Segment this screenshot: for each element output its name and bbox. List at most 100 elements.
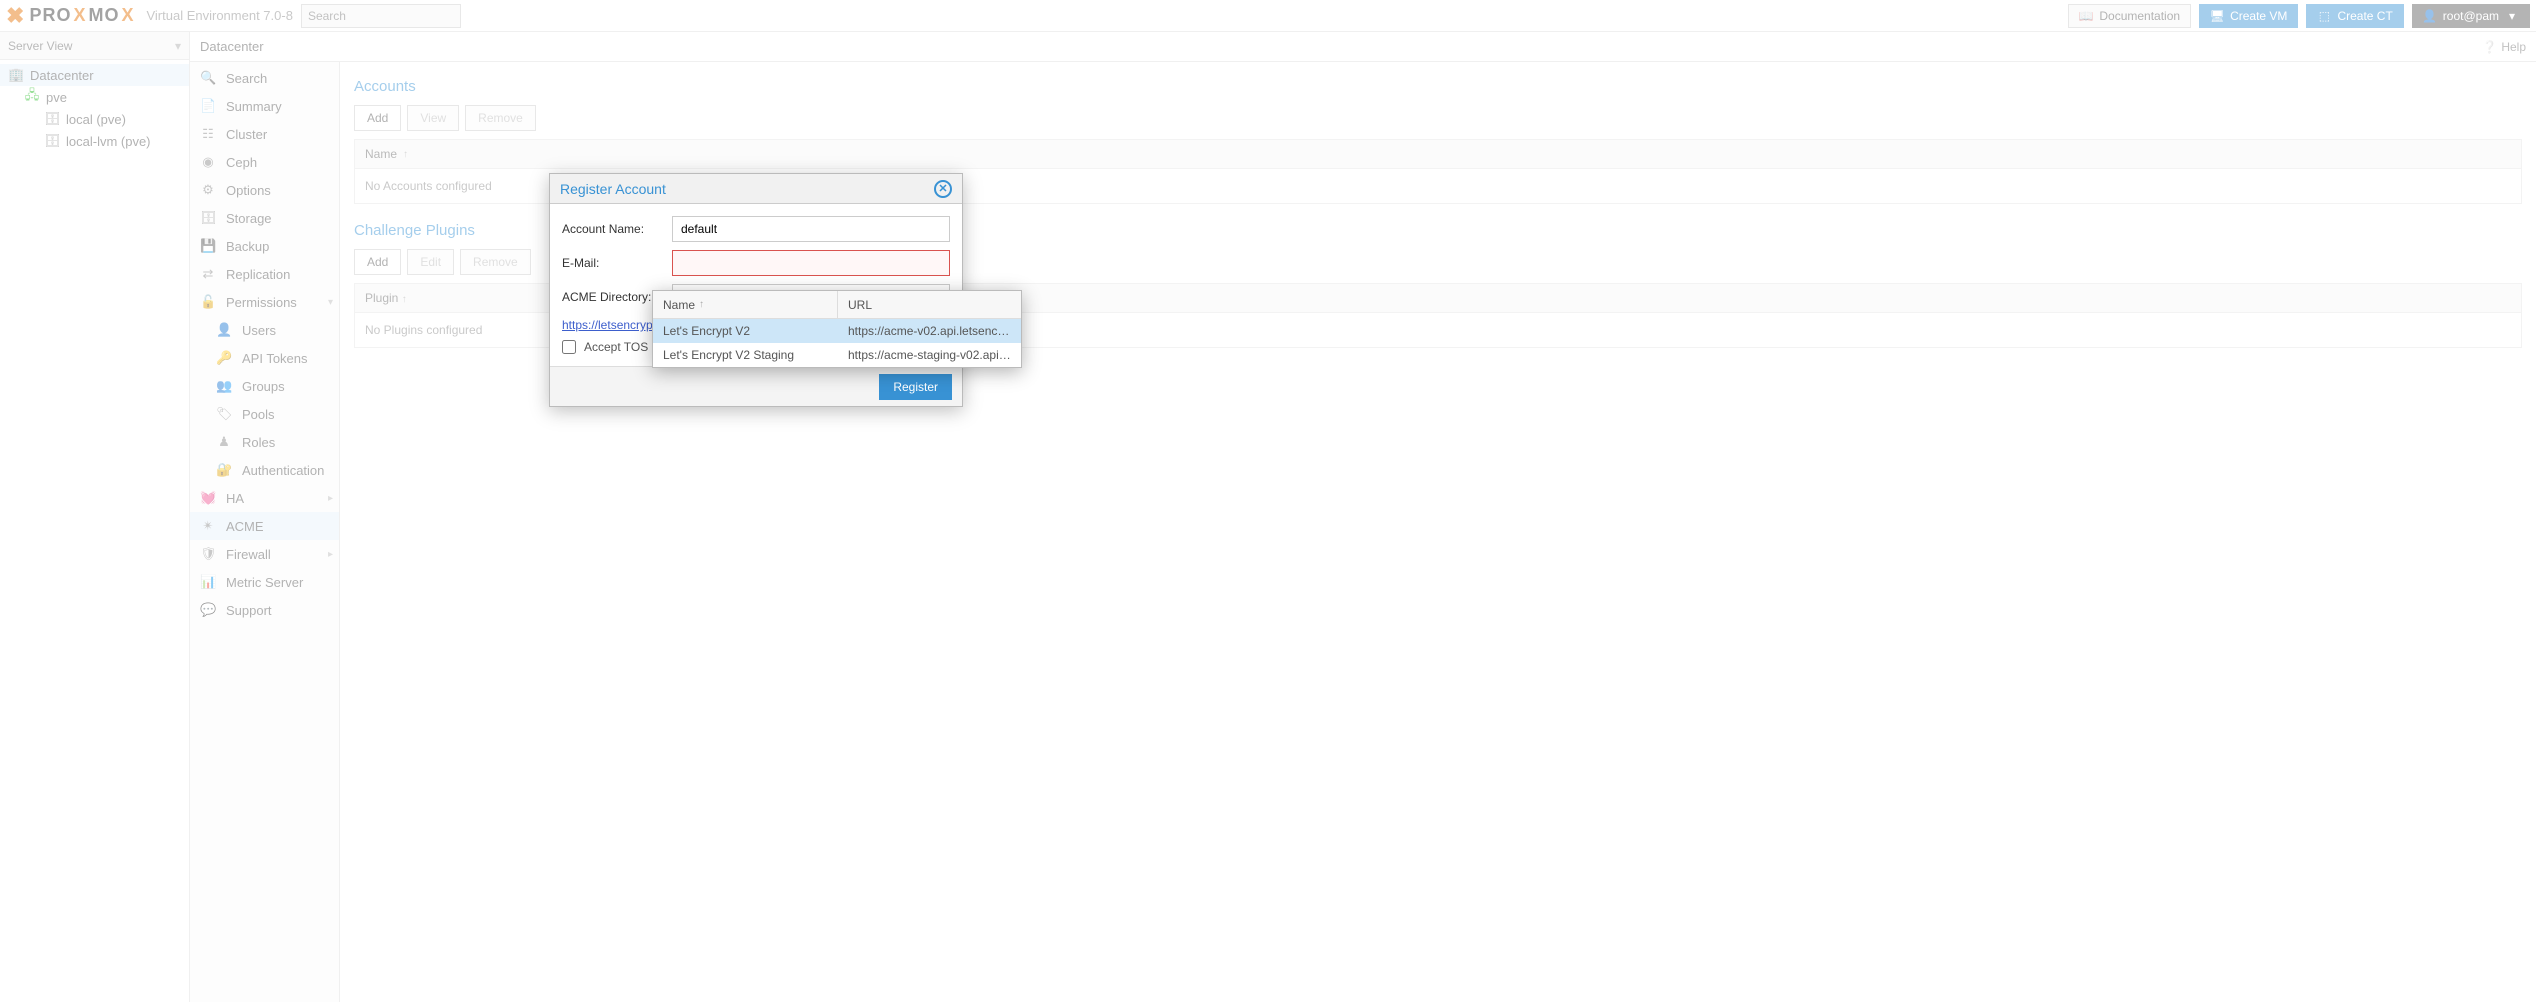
sync-icon: ⇄ <box>200 266 216 282</box>
tree-storage-local[interactable]: 🗄local (pve) <box>0 108 189 130</box>
nav-firewall[interactable]: 🛡Firewall▸ <box>190 540 339 568</box>
nav-label: Groups <box>242 379 285 394</box>
view-selector[interactable]: Server View ▾ <box>0 32 189 60</box>
register-button[interactable]: Register <box>879 374 952 400</box>
nav-groups[interactable]: 👥 Groups <box>190 372 339 400</box>
accounts-heading: Accounts <box>354 78 2522 95</box>
person-icon: ♟ <box>216 434 232 450</box>
accounts-view-button: View <box>407 105 459 131</box>
nav-permissions[interactable]: 🔓Permissions▾ <box>190 288 339 316</box>
certificate-icon: ✴ <box>200 518 216 534</box>
nav-authentication[interactable]: 🔐Authentication <box>190 456 339 484</box>
col-plugin: Plugin <box>365 291 398 305</box>
account-name-input[interactable] <box>672 216 950 242</box>
nav-options[interactable]: ⚙Options <box>190 176 339 204</box>
col-name: Name <box>365 147 397 161</box>
logo-text: X <box>73 5 86 26</box>
help-icon: ❔ <box>2482 40 2497 54</box>
nav-support[interactable]: 💬Support <box>190 596 339 624</box>
create-ct-button[interactable]: ⬚Create CT <box>2306 4 2403 28</box>
col-label: Name <box>663 298 695 312</box>
sort-asc-icon: ↑ <box>403 149 408 160</box>
nav-replication[interactable]: ⇄Replication <box>190 260 339 288</box>
user-menu-button[interactable]: 👤 root@pam ▾ <box>2412 4 2530 28</box>
dropdown-col-name[interactable]: Name ↑ <box>653 291 838 318</box>
tree-node-pve[interactable]: 🖧pve <box>0 86 189 108</box>
help-button[interactable]: ❔Help <box>2482 40 2526 54</box>
documentation-label: Documentation <box>2099 9 2180 23</box>
desktop-icon: 🖥 <box>2210 9 2224 23</box>
user-label: root@pam <box>2443 9 2499 23</box>
nav-storage[interactable]: 🗄Storage <box>190 204 339 232</box>
nav-api-tokens[interactable]: 🔑API Tokens <box>190 344 339 372</box>
nav-ha[interactable]: 💓HA▸ <box>190 484 339 512</box>
chart-icon: 📊 <box>200 574 216 590</box>
acme-directory-label: ACME Directory: <box>562 290 662 304</box>
nav-acme[interactable]: ✴ACME <box>190 512 339 540</box>
ceph-icon: ◉ <box>200 154 216 170</box>
chevron-down-icon: ▾ <box>328 297 333 308</box>
group-icon: 👥 <box>216 378 232 394</box>
email-input[interactable] <box>672 250 950 276</box>
dropdown-col-url[interactable]: URL <box>838 298 1021 312</box>
plugins-add-button[interactable]: Add <box>354 249 401 275</box>
hdd-icon: 🗄 <box>44 133 60 149</box>
search-icon: 🔍 <box>200 70 216 86</box>
sort-asc-icon: ↑ <box>402 294 407 305</box>
dropdown-header: Name ↑ URL <box>653 291 1021 319</box>
accounts-table-header[interactable]: Name ↑ <box>354 139 2522 169</box>
dropdown-row[interactable]: Let's Encrypt V2 https://acme-v02.api.le… <box>653 319 1021 343</box>
nav-label: Backup <box>226 239 269 254</box>
nav-backup[interactable]: 💾 Backup <box>190 232 339 260</box>
breadcrumb: Datacenter <box>200 39 264 54</box>
dropdown-row[interactable]: Let's Encrypt V2 Staging https://acme-st… <box>653 343 1021 367</box>
create-vm-label: Create VM <box>2230 9 2287 23</box>
nav-metric-server[interactable]: 📊 Metric Server <box>190 568 339 596</box>
accounts-add-button[interactable]: Add <box>354 105 401 131</box>
account-name-label: Account Name: <box>562 222 662 236</box>
user-icon: 👤 <box>2423 9 2437 23</box>
nav-label: Permissions <box>226 295 297 310</box>
modal-header[interactable]: Register Account ✕ <box>550 174 962 204</box>
nav-roles[interactable]: ♟Roles <box>190 428 339 456</box>
config-nav: 🔍 Search 📄Summary ☷Cluster ◉Ceph ⚙Options… <box>190 62 340 1002</box>
chevron-down-icon: ▾ <box>2505 9 2519 23</box>
floppy-icon: 💾 <box>200 238 216 254</box>
nav-pools[interactable]: 🏷Pools <box>190 400 339 428</box>
breadcrumb-bar: Datacenter ❔Help <box>190 32 2536 62</box>
left-sidebar: Server View ▾ 🏢Datacenter 🖧pve 🗄local (p… <box>0 32 190 1002</box>
tos-link[interactable]: https://letsencrypt. <box>562 318 659 332</box>
resource-tree: 🏢Datacenter 🖧pve 🗄local (pve) 🗄local-lvm… <box>0 60 189 156</box>
nav-label: Firewall <box>226 547 271 562</box>
logo-text: X <box>121 5 134 26</box>
nav-cluster[interactable]: ☷Cluster <box>190 120 339 148</box>
nav-ceph[interactable]: ◉Ceph <box>190 148 339 176</box>
nav-label: HA <box>226 491 244 506</box>
nav-search[interactable]: 🔍 Search <box>190 64 339 92</box>
gear-icon: ⚙ <box>200 182 216 198</box>
nav-summary[interactable]: 📄Summary <box>190 92 339 120</box>
create-vm-button[interactable]: 🖥 Create VM <box>2199 4 2298 28</box>
tree-storage-local-lvm[interactable]: 🗄local-lvm (pve) <box>0 130 189 152</box>
global-search-input[interactable] <box>301 4 461 28</box>
nav-label: Summary <box>226 99 282 114</box>
nav-label: Users <box>242 323 276 338</box>
close-icon[interactable]: ✕ <box>934 180 952 198</box>
tree-datacenter[interactable]: 🏢Datacenter <box>0 64 189 86</box>
accounts-remove-button: Remove <box>465 105 536 131</box>
logo-text: PRO <box>29 5 71 26</box>
nav-label: API Tokens <box>242 351 308 366</box>
nav-label: Search <box>226 71 267 86</box>
dropdown-cell-url: https://acme-v02.api.letsenc… <box>838 324 1021 338</box>
nav-users[interactable]: 👤Users <box>190 316 339 344</box>
logo-x-icon: ✖ <box>6 3 25 29</box>
documentation-button[interactable]: 📖Documentation <box>2068 4 2191 28</box>
top-header: ✖ PROXMOX Virtual Environment 7.0-8 📖Doc… <box>0 0 2536 32</box>
sort-asc-icon: ↑ <box>699 299 704 310</box>
create-ct-label: Create CT <box>2337 9 2392 23</box>
dropdown-cell-url: https://acme-staging-v02.api… <box>838 348 1021 362</box>
tree-label: pve <box>46 90 67 105</box>
accept-tos-checkbox[interactable] <box>562 340 576 354</box>
nav-label: Metric Server <box>226 575 303 590</box>
key-icon: 🔐 <box>216 462 232 478</box>
